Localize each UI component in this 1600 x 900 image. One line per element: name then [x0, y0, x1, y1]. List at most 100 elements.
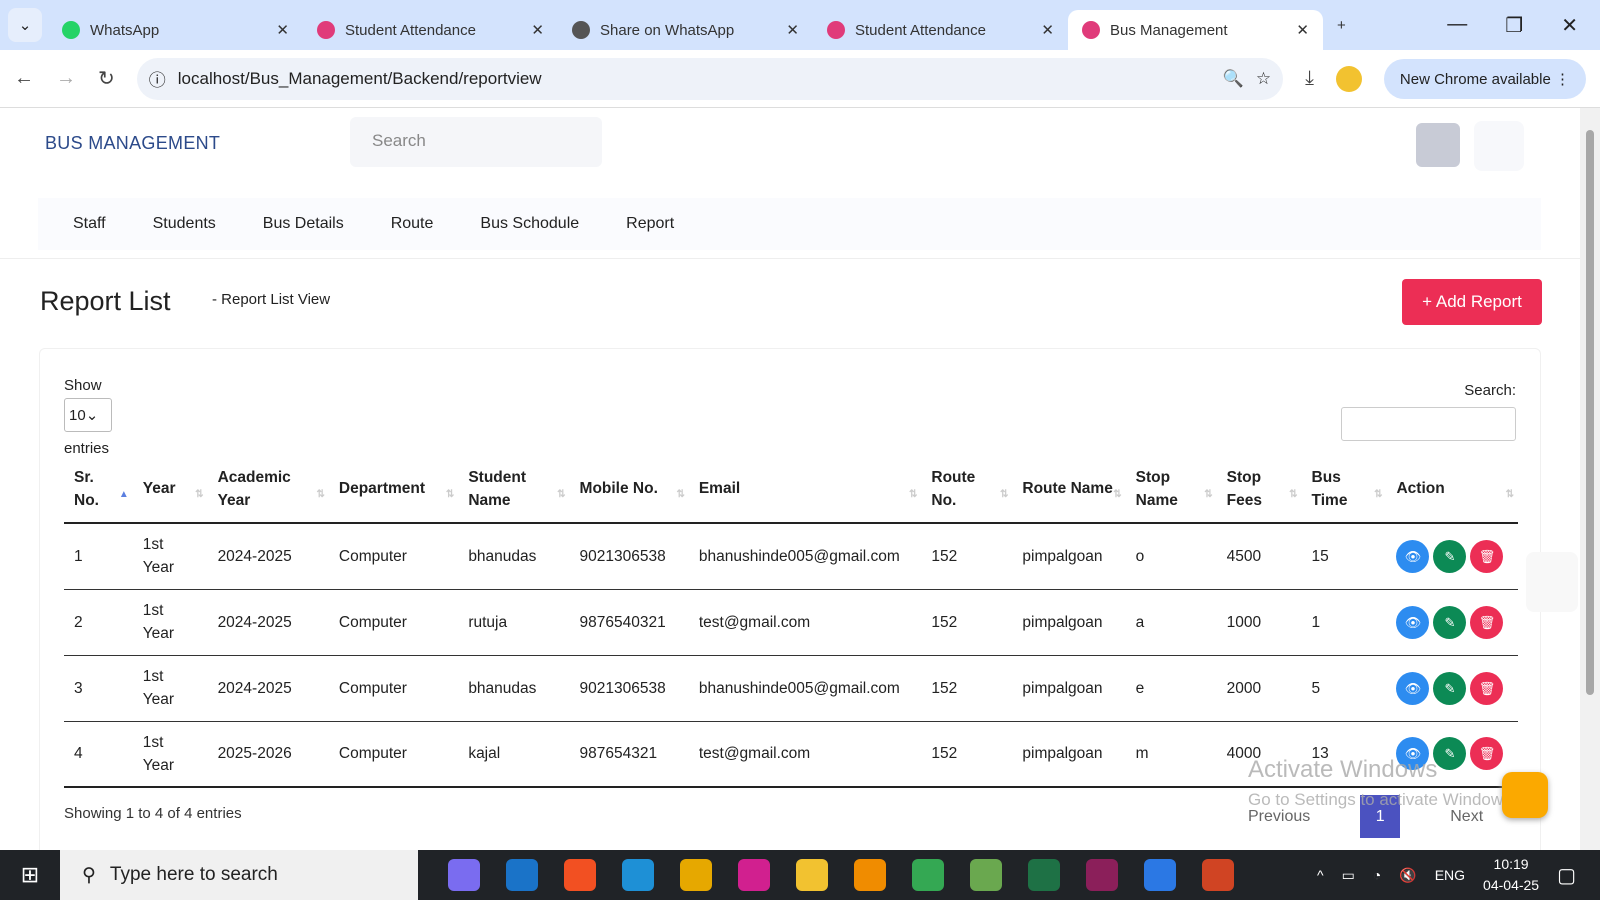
- menu-item[interactable]: Bus Details: [263, 215, 344, 233]
- volume-muted-icon[interactable]: 🔇: [1399, 867, 1416, 884]
- file-explorer-icon[interactable]: [796, 859, 828, 891]
- scrollbar[interactable]: [1580, 108, 1600, 850]
- chrome-active-icon[interactable]: [912, 859, 944, 891]
- zoom-icon[interactable]: 🔍: [1223, 69, 1244, 89]
- column-header[interactable]: Route No. ⇅: [921, 455, 1013, 524]
- language-indicator[interactable]: ENG: [1435, 867, 1465, 883]
- close-tab-icon[interactable]: ✕: [1041, 21, 1054, 39]
- windows-start-icon[interactable]: ⊞: [0, 862, 60, 888]
- table-cell: 1: [1301, 589, 1387, 656]
- store-icon[interactable]: [564, 859, 596, 891]
- column-header[interactable]: Department ⇅: [328, 455, 459, 524]
- excel-icon[interactable]: [1028, 859, 1060, 891]
- tray-chevron-icon[interactable]: ^: [1317, 867, 1324, 883]
- new-tab-button[interactable]: +: [1323, 5, 1363, 45]
- breadcrumb[interactable]: - Report List View: [212, 291, 330, 308]
- close-tab-icon[interactable]: ✕: [786, 21, 799, 39]
- menu-item[interactable]: Staff: [73, 215, 106, 233]
- tab-search-button[interactable]: ⌄: [8, 8, 42, 42]
- user-avatar[interactable]: [1416, 123, 1460, 167]
- view-button[interactable]: 👁: [1396, 605, 1430, 639]
- restore-icon[interactable]: ❐: [1505, 13, 1523, 38]
- browser-tab[interactable]: Student Attendance ✕: [303, 10, 558, 50]
- brand-logo[interactable]: BUS MANAGEMENT: [45, 133, 220, 154]
- column-header[interactable]: Action ⇅: [1386, 455, 1518, 524]
- minimize-icon[interactable]: —: [1447, 13, 1467, 38]
- column-header[interactable]: Academic Year ⇅: [207, 455, 329, 524]
- table-search-input[interactable]: [1341, 407, 1516, 441]
- header-button[interactable]: [1474, 121, 1524, 171]
- browser-tab[interactable]: WhatsApp ✕: [48, 10, 303, 50]
- url-bar[interactable]: ⓘ localhost/Bus_Management/Backend/report…: [136, 57, 1284, 100]
- next-button[interactable]: Next: [1450, 808, 1483, 826]
- menu-item[interactable]: Route: [391, 215, 434, 233]
- side-settings-button[interactable]: [1526, 552, 1578, 612]
- view-button[interactable]: 👁: [1396, 671, 1430, 705]
- notification-icon[interactable]: ▢: [1557, 863, 1576, 888]
- menu-item[interactable]: Students: [153, 215, 216, 233]
- close-window-icon[interactable]: ✕: [1561, 13, 1578, 38]
- edit-button[interactable]: ✎: [1433, 671, 1467, 705]
- column-header[interactable]: Student Name ⇅: [458, 455, 570, 524]
- table-cell: 4: [64, 721, 133, 788]
- delete-button[interactable]: 🗑: [1470, 737, 1504, 771]
- menu-item[interactable]: Report: [626, 215, 674, 233]
- close-tab-icon[interactable]: ✕: [1296, 21, 1309, 39]
- outlook-icon[interactable]: [506, 859, 538, 891]
- column-header[interactable]: Email ⇅: [688, 455, 922, 524]
- browser-tab[interactable]: Share on WhatsApp ✕: [558, 10, 813, 50]
- column-header[interactable]: Route Name ⇅: [1012, 455, 1126, 524]
- download-icon[interactable]: ⤓: [1305, 67, 1314, 90]
- battery-icon[interactable]: ▭: [1342, 867, 1355, 884]
- table-row: 4 1st Year 2025-2026 Computer kajal 987654321…: [64, 721, 1518, 788]
- edit-button[interactable]: ✎: [1433, 605, 1467, 639]
- edge-icon[interactable]: [622, 859, 654, 891]
- back-icon[interactable]: ←: [14, 67, 34, 90]
- winrar-icon[interactable]: [1086, 859, 1118, 891]
- copilot-icon[interactable]: [448, 859, 480, 891]
- delete-button[interactable]: 🗑: [1470, 605, 1504, 639]
- window-app-icon[interactable]: [1144, 859, 1176, 891]
- chrome-icon[interactable]: [680, 859, 712, 891]
- reload-icon[interactable]: ↻: [98, 66, 115, 91]
- add-report-button[interactable]: + Add Report: [1402, 279, 1542, 325]
- table-cell: bhanudas: [458, 523, 570, 590]
- edit-button[interactable]: ✎: [1433, 737, 1467, 771]
- delete-button[interactable]: 🗑: [1470, 671, 1504, 705]
- close-tab-icon[interactable]: ✕: [531, 21, 544, 39]
- close-tab-icon[interactable]: ✕: [276, 21, 289, 39]
- column-header[interactable]: Year ⇅: [132, 455, 208, 524]
- menu-item[interactable]: Bus Schodule: [480, 215, 579, 233]
- wifi-icon[interactable]: ◔: [1373, 867, 1381, 883]
- browser-tab[interactable]: Bus Management ✕: [1068, 10, 1323, 50]
- column-header[interactable]: Sr. No. ▲: [64, 455, 133, 524]
- delete-button[interactable]: 🗑: [1470, 539, 1504, 573]
- table-cell: 1000: [1216, 589, 1302, 656]
- column-header[interactable]: Mobile No. ⇅: [569, 455, 689, 524]
- powerpoint-icon[interactable]: [1202, 859, 1234, 891]
- entries-select[interactable]: 10⌄: [64, 398, 112, 432]
- info-icon[interactable]: ⓘ: [149, 66, 166, 91]
- header-search-input[interactable]: Search: [350, 117, 602, 167]
- view-button[interactable]: 👁: [1396, 737, 1430, 771]
- taskbar-search[interactable]: ⚲ Type here to search: [60, 850, 418, 900]
- new-chrome-available-button[interactable]: New Chrome available ⋮: [1383, 58, 1586, 99]
- winamp-icon[interactable]: [738, 859, 770, 891]
- clock[interactable]: 10:19 04-04-25: [1483, 854, 1539, 896]
- sublime-icon[interactable]: [854, 859, 886, 891]
- previous-button[interactable]: Previous: [1248, 808, 1310, 826]
- column-header[interactable]: Stop Name ⇅: [1125, 455, 1217, 524]
- sort-icon: ⇅: [195, 489, 204, 500]
- table-row: 2 1st Year 2024-2025 Computer rutuja 98765403…: [64, 589, 1518, 656]
- browser-tab[interactable]: Student Attendance ✕: [813, 10, 1068, 50]
- profile-avatar[interactable]: [1335, 65, 1362, 92]
- address-bar-row: ← → ↻ ⓘ localhost/Bus_Management/Backend/…: [0, 50, 1600, 108]
- column-header[interactable]: Stop Fees ⇅: [1216, 455, 1302, 524]
- view-button[interactable]: 👁: [1396, 539, 1430, 573]
- bookmark-star-icon[interactable]: ☆: [1256, 69, 1271, 89]
- forward-icon[interactable]: →: [56, 67, 76, 90]
- edit-button[interactable]: ✎: [1433, 539, 1467, 573]
- column-header[interactable]: Bus Time ⇅: [1301, 455, 1387, 524]
- notepad-icon[interactable]: [970, 859, 1002, 891]
- floating-action-button[interactable]: [1502, 772, 1548, 818]
